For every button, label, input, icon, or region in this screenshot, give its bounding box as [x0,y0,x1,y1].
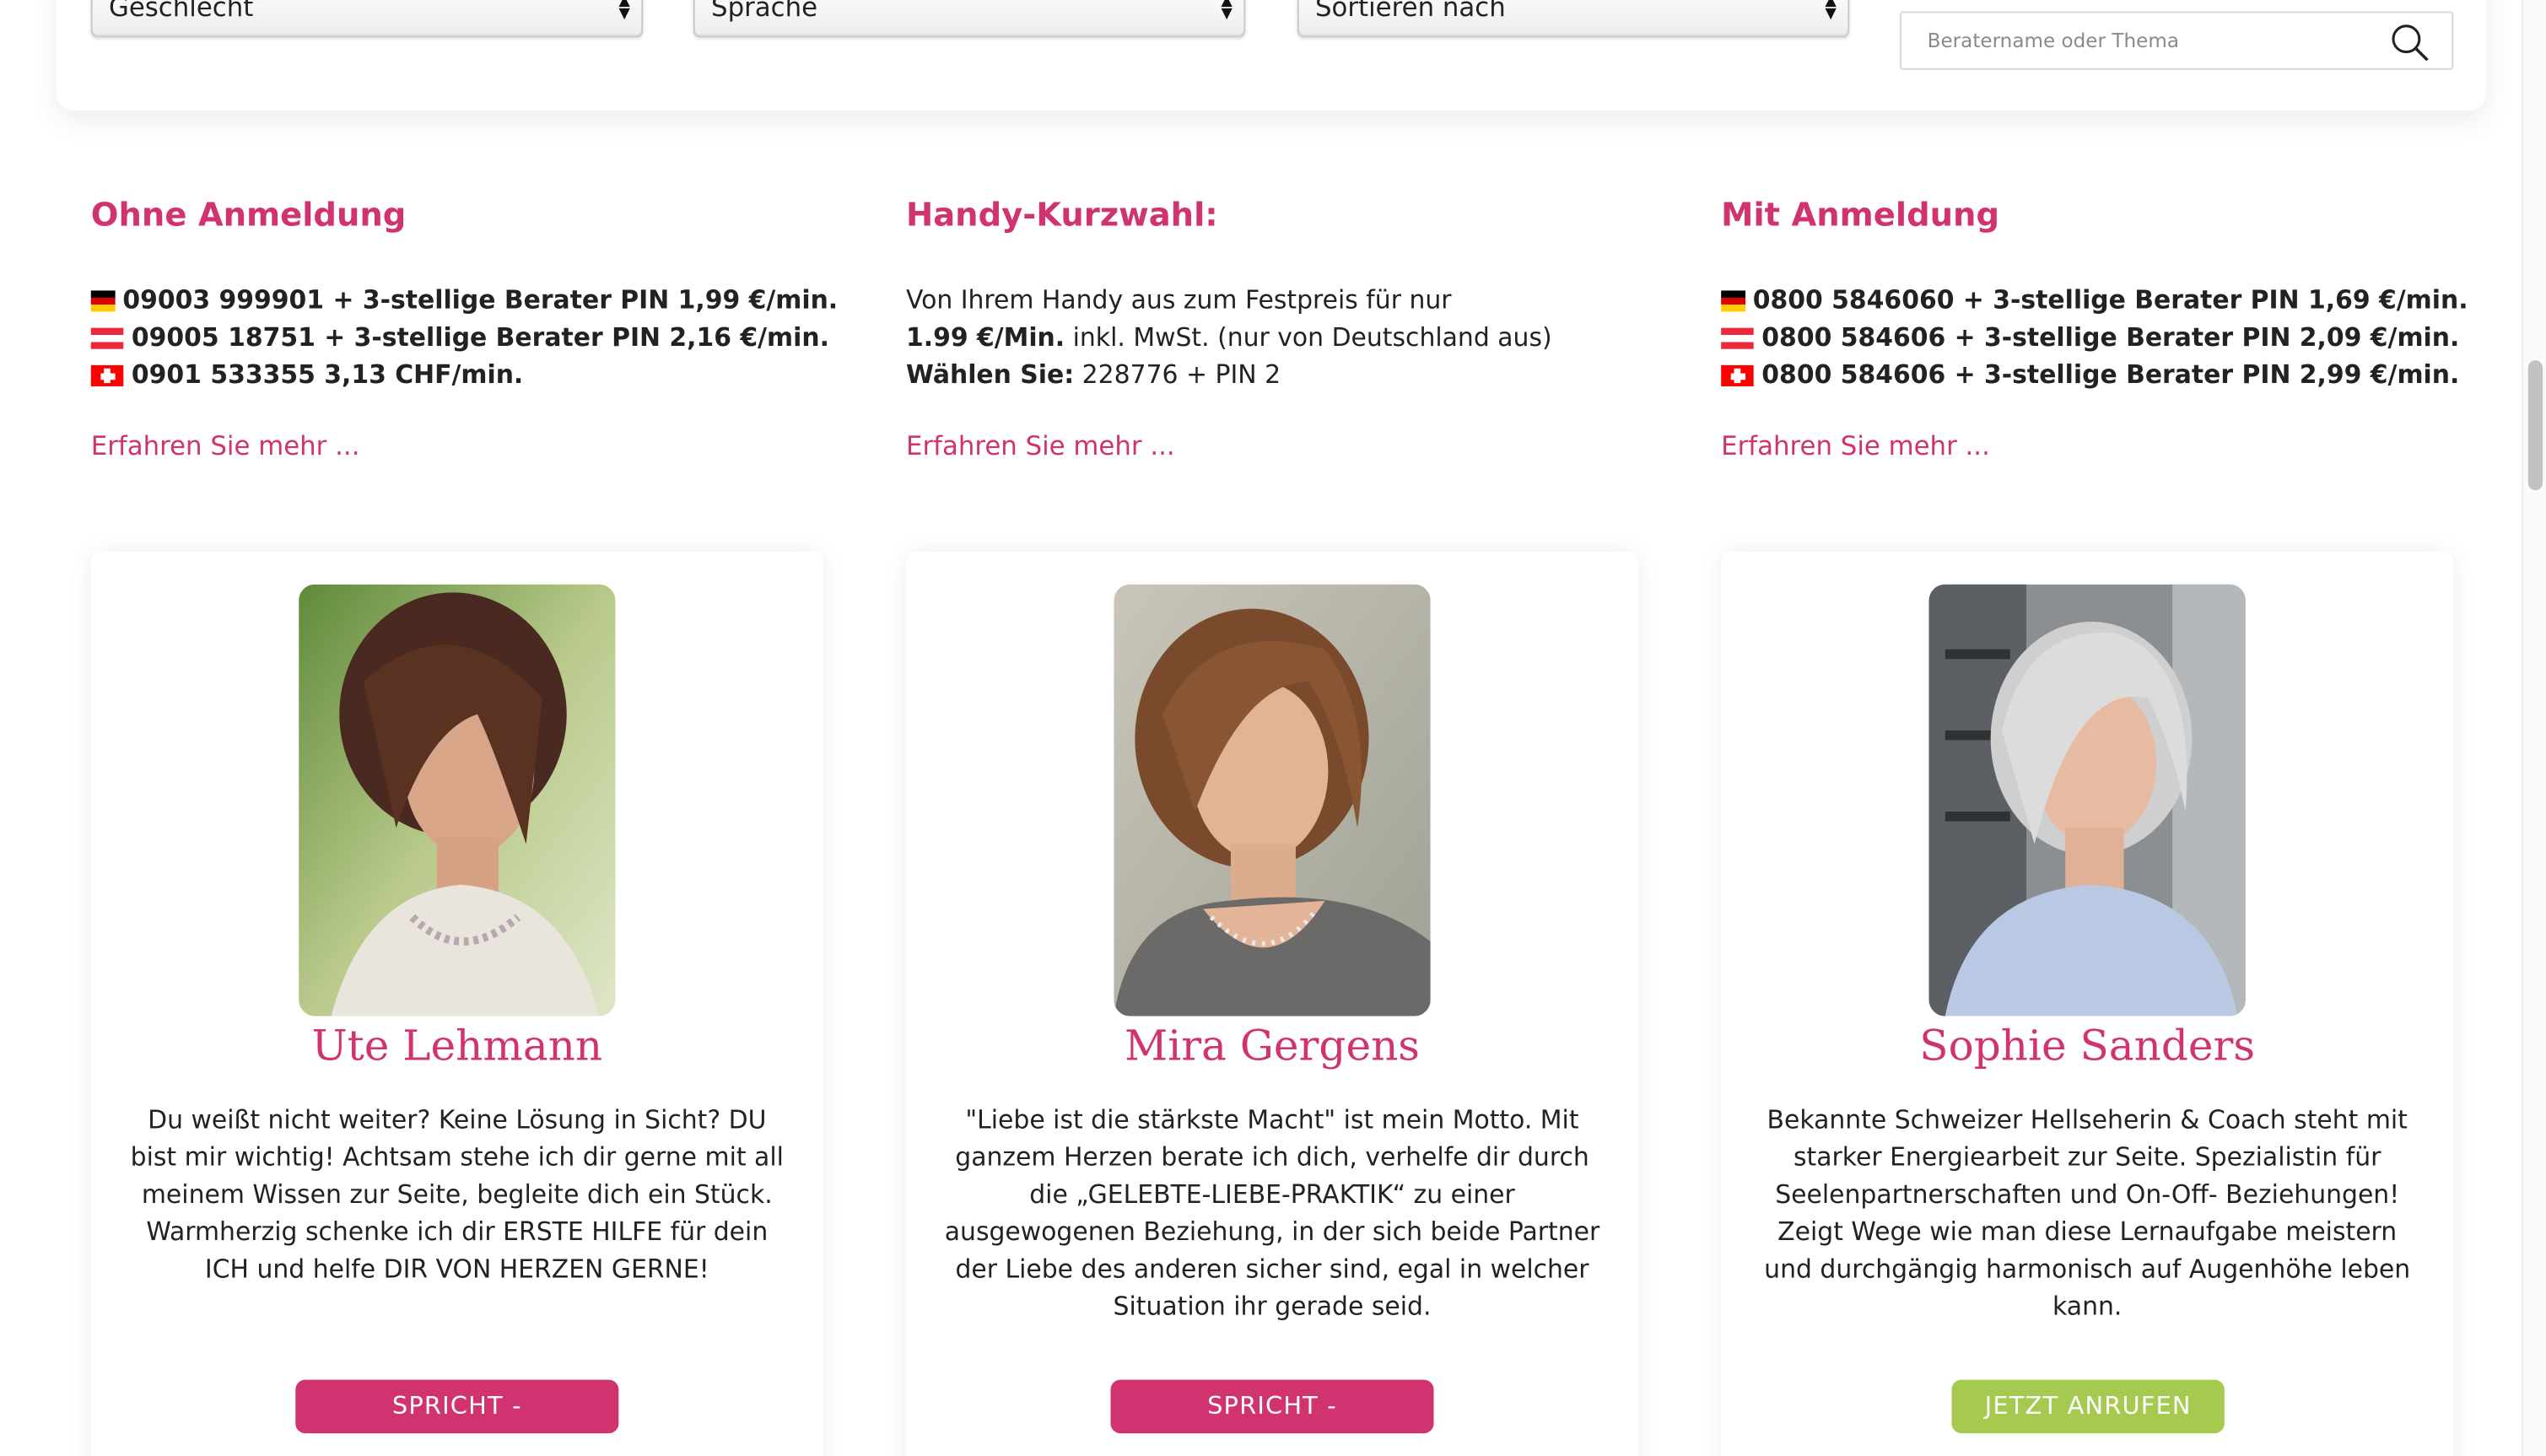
advisor-name[interactable]: Mira Gergens [906,1022,1638,1071]
advisor-photo[interactable] [1114,584,1431,1017]
advisor-card: Mira Gergens "Liebe ist die stärkste Mac… [905,552,1639,1456]
phone-line-ch: 0901 533355 3,13 CHF/min. [90,357,838,394]
flag-de-icon [1721,290,1745,312]
gender-select[interactable]: Geschlecht ▲ ▼ [90,0,644,38]
callback-button[interactable]: SPRICHT - RÜCKRUF [1110,1379,1434,1456]
flag-at-icon [90,327,124,349]
phone-text: 0800 5846060 + 3-stellige Berater PIN 1,… [1752,285,2468,315]
flag-ch-icon [90,364,124,386]
column-handy-kurzwahl: Handy-Kurzwahl: Von Ihrem Handy aus zum … [906,162,1653,461]
mobile-price: 1.99 €/Min. [905,322,1065,353]
mobile-price-note: inkl. MwSt. (nur von Deutschland aus) [1065,322,1552,353]
advisor-description: "Liebe ist die stärkste Macht" ist mein … [944,1105,1600,1322]
select-arrows-icon: ▲ ▼ [1221,0,1233,23]
phone-list: 0800 5846060 + 3-stellige Berater PIN 1,… [1721,283,2468,395]
search-input[interactable]: Beratername oder Thema [1899,11,2454,70]
column-title: Ohne Anmeldung [90,194,407,235]
column-title: Mit Anmeldung [1721,194,2000,235]
language-select[interactable]: Sprache ▲ ▼ [693,0,1246,38]
learn-more-link[interactable]: Erfahren Sie mehr ... [906,430,1653,461]
phone-text: 0800 584606 + 3-stellige Berater PIN 2,0… [1761,322,2460,353]
phone-text: 09003 999901 + 3-stellige Berater PIN 1,… [122,285,839,315]
mobile-line-1: Von Ihrem Handy aus zum Festpreis für nu… [905,285,1452,315]
search-icon[interactable] [2390,23,2429,62]
select-arrows-icon: ▲ ▼ [1825,0,1837,23]
page: Geschlecht ▲ ▼ Sprache ▲ ▼ Sortieren nach … [0,0,2546,1456]
phone-line-at: 0800 584606 + 3-stellige Berater PIN 2,0… [1721,320,2468,357]
phone-line-de: 09003 999901 + 3-stellige Berater PIN 1,… [90,283,839,320]
dial-label: Wählen Sie: [905,360,1075,390]
advisor-card: Ute Lehmann Du weißt nicht weiter? Keine… [90,552,823,1456]
flag-de-icon [90,290,115,312]
advisor-description: Du weißt nicht weiter? Keine Lösung in S… [130,1105,784,1285]
sort-select[interactable]: Sortieren nach ▲ ▼ [1297,0,1850,38]
mobile-line-2: 1.99 €/Min. inkl. MwSt. (nur von Deutsch… [906,320,1653,357]
column-mit-anmeldung: Mit Anmeldung 0800 5846060 + 3-stellige … [1721,162,2468,461]
phone-text: 09005 18751 + 3-stellige Berater PIN 2,1… [131,322,829,353]
advisor-photo[interactable] [299,584,616,1017]
language-select-value: Sprache [711,0,818,23]
call-now-button[interactable]: JETZT ANRUFEN [1951,1379,2225,1434]
advisor-description: Bekannte Schweizer Hellseherin & Coach s… [1764,1105,2411,1322]
flag-at-icon [1721,327,1754,349]
phone-list: 09003 999901 + 3-stellige Berater PIN 1,… [90,283,839,395]
advisor-name[interactable]: Ute Lehmann [91,1022,823,1071]
column-title: Handy-Kurzwahl: [905,194,1218,235]
sort-select-value: Sortieren nach [1315,0,1506,23]
gender-select-value: Geschlecht [108,0,254,23]
phone-text: 0800 584606 + 3-stellige Berater PIN 2,9… [1761,360,2460,390]
dial-number: 228776 + PIN 2 [1074,360,1281,390]
learn-more-link[interactable]: Erfahren Sie mehr ... [91,430,838,461]
learn-more-link[interactable]: Erfahren Sie mehr ... [1721,430,2468,461]
select-arrows-icon: ▲ ▼ [618,0,630,23]
mobile-info: Von Ihrem Handy aus zum Festpreis für nu… [906,283,1653,395]
phone-line-ch: 0800 584606 + 3-stellige Berater PIN 2,9… [1721,357,2468,394]
search-placeholder: Beratername oder Thema [1927,29,2179,52]
flag-ch-icon [1721,364,1754,386]
phone-text: 0901 533355 3,13 CHF/min. [131,360,524,390]
phone-line-at: 09005 18751 + 3-stellige Berater PIN 2,1… [90,320,838,357]
advisor-name[interactable]: Sophie Sanders [1721,1022,2453,1071]
column-ohne-anmeldung: Ohne Anmeldung 09003 999901 + 3-stellige… [90,162,839,461]
scrollbar[interactable] [2522,0,2546,1456]
mobile-line-3: Wählen Sie: 228776 + PIN 2 [906,357,1653,394]
advisor-photo[interactable] [1928,584,2246,1017]
phone-line-de: 0800 5846060 + 3-stellige Berater PIN 1,… [1721,283,2468,320]
advisor-card: Sophie Sanders Bekannte Schweizer Hellse… [1721,552,2454,1456]
scrollbar-thumb[interactable] [2527,360,2543,491]
callback-button[interactable]: SPRICHT - RÜCKRUF [295,1379,619,1456]
